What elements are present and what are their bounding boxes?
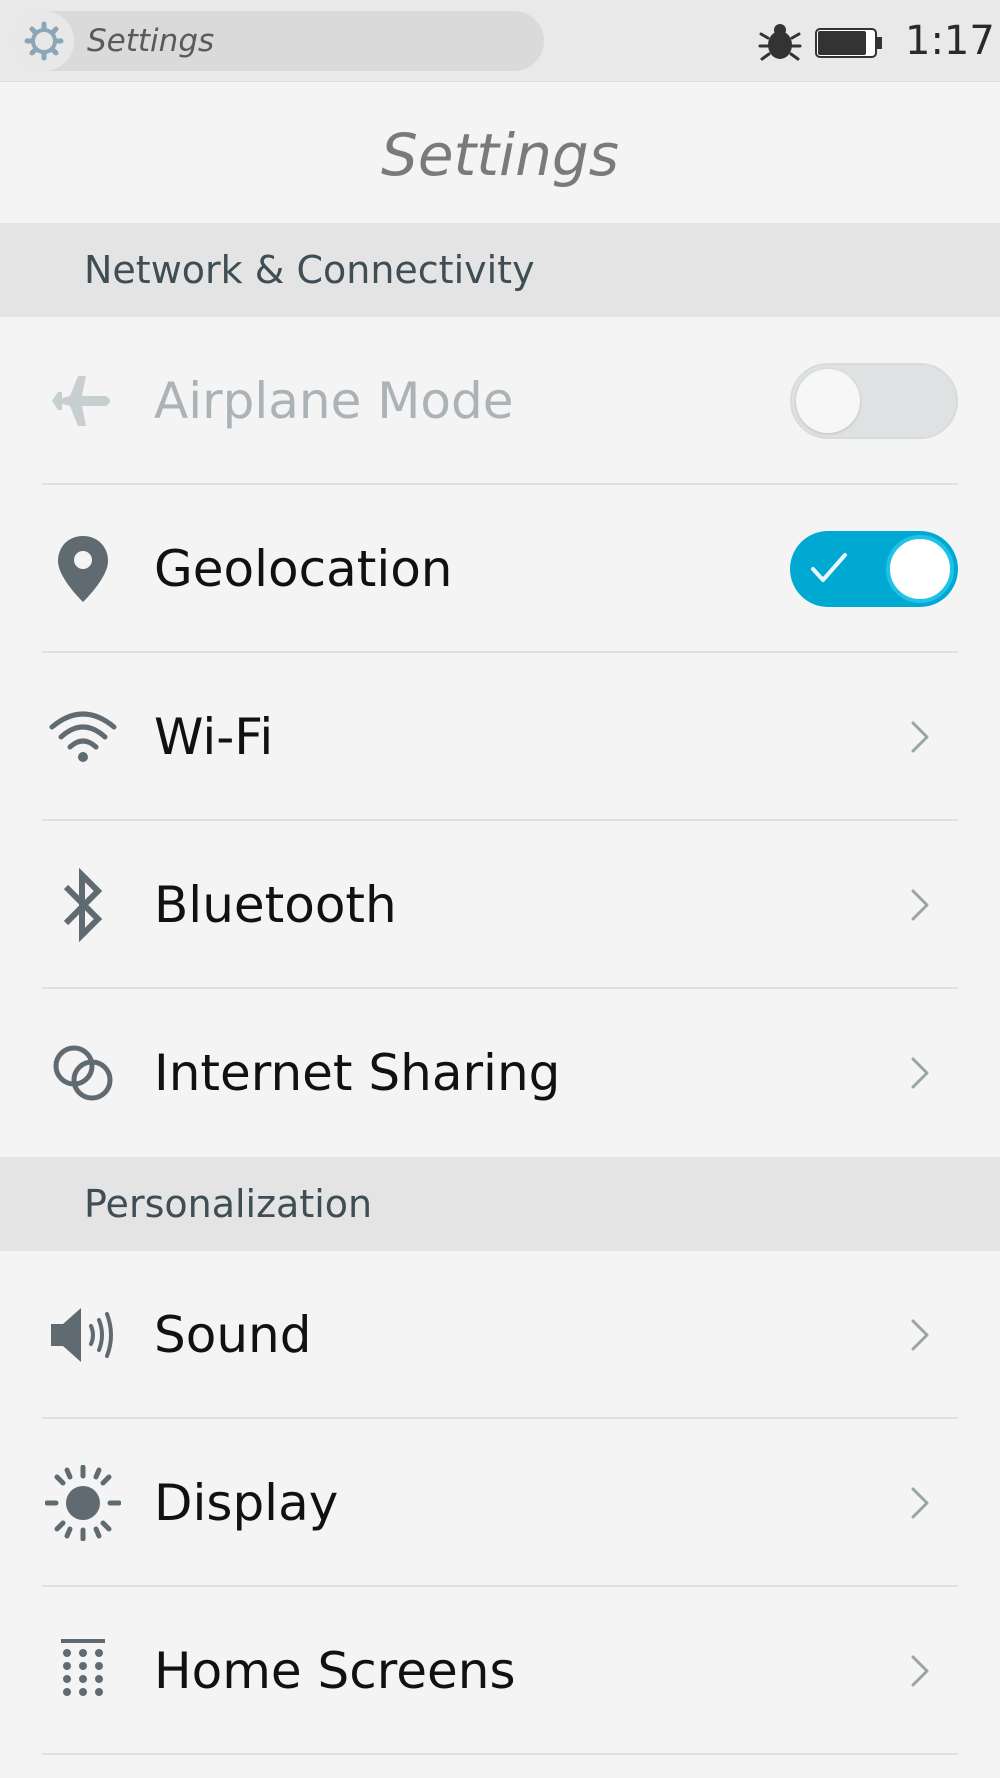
clock: 1:17 [905,18,995,64]
chevron-right-icon [911,1487,929,1519]
battery-icon [815,28,882,58]
settings-item-airplane-mode[interactable]: Airplane Mode [0,317,1000,485]
location-pin-icon [40,526,126,612]
chevron-right-icon [911,1655,929,1687]
wifi-icon [40,694,126,780]
settings-item-label: Internet Sharing [154,1044,561,1102]
gear-icon [14,11,74,71]
settings-item-wifi[interactable]: Wi-Fi [0,653,1000,821]
settings-item-bluetooth[interactable]: Bluetooth [0,821,1000,989]
page-title: Settings [381,121,619,189]
airplane-mode-toggle[interactable] [790,363,958,439]
internet-sharing-icon [40,1030,126,1116]
toggle-knob [886,535,954,603]
chevron-right-icon [911,1319,929,1351]
settings-item-geolocation[interactable]: Geolocation [0,485,1000,653]
settings-item-label: Airplane Mode [154,372,514,430]
toggle-knob [796,369,860,433]
settings-item-display[interactable]: Display [0,1419,1000,1587]
settings-item-label: Sound [154,1306,312,1364]
chevron-right-icon [911,721,929,753]
settings-item-internet-sharing[interactable]: Internet Sharing [0,989,1000,1157]
settings-item-sound[interactable]: Sound [0,1251,1000,1419]
app-name: Settings [87,23,215,59]
settings-item-home-screens[interactable]: Home Screens [0,1587,1000,1755]
settings-item-label: Wi-Fi [154,708,274,766]
sun-icon [40,1460,126,1546]
section-title: Personalization [84,1182,373,1226]
status-bar: Settings 1:17 [0,0,1000,82]
section-header-network: Network & Connectivity [0,223,1000,317]
check-icon [811,553,847,582]
grid-dots-icon [40,1628,126,1714]
bug-icon [758,24,802,61]
settings-item-label: Display [154,1474,339,1532]
settings-item-label: Bluetooth [154,876,397,934]
bluetooth-icon [40,862,126,948]
chevron-right-icon [911,1057,929,1089]
page-header: Settings [0,83,1000,223]
speaker-icon [40,1292,126,1378]
settings-item-label: Home Screens [154,1642,516,1700]
divider [42,1753,958,1755]
app-title-pill[interactable]: Settings [14,11,544,71]
section-header-personalization: Personalization [0,1157,1000,1251]
section-title: Network & Connectivity [84,248,535,292]
settings-item-label: Geolocation [154,540,453,598]
geolocation-toggle[interactable] [790,531,958,607]
chevron-right-icon [911,889,929,921]
airplane-icon [40,358,126,444]
